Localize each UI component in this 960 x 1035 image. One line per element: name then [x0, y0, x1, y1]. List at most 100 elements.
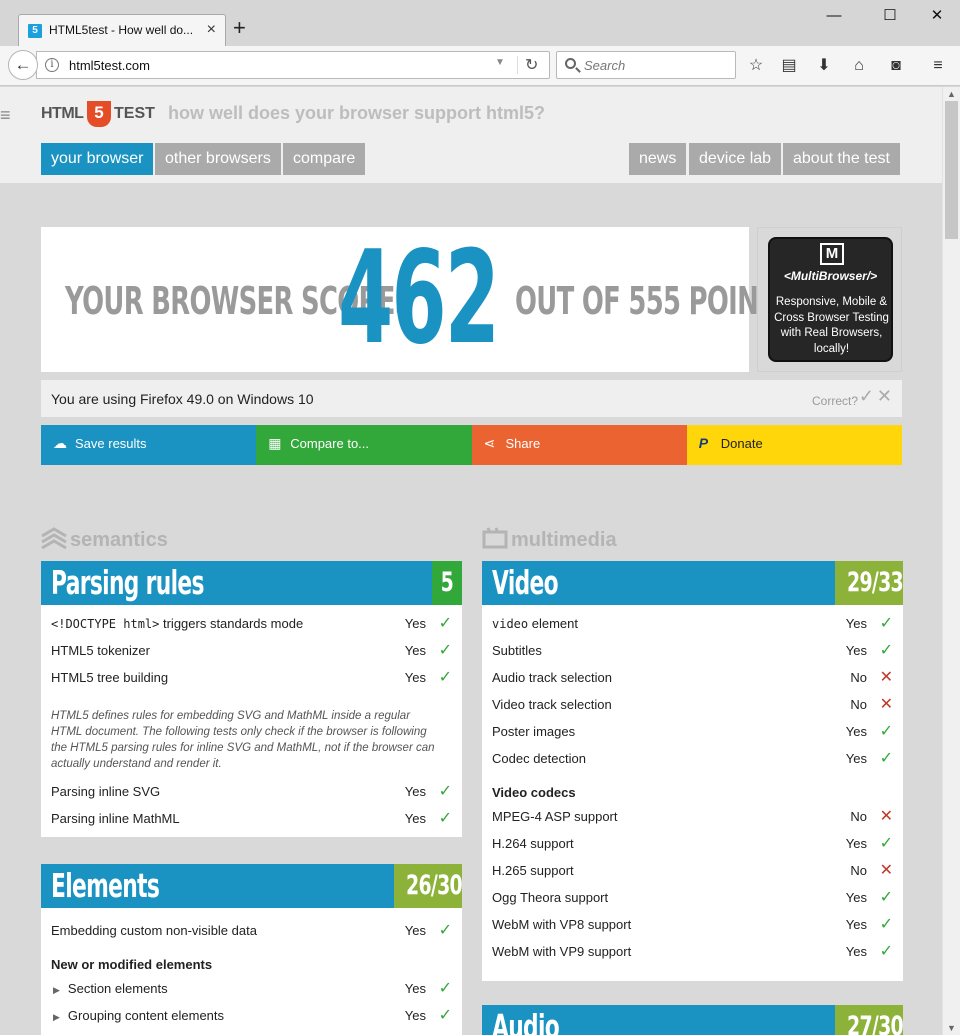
test-row[interactable]: MPEG-4 ASP support No ✕ [482, 802, 903, 829]
maximize-button[interactable]: ☐ [875, 5, 905, 29]
test-row[interactable]: HTML5 tokenizer Yes ✓ [41, 636, 462, 663]
test-row[interactable]: Codec detection Yes ✓ [482, 744, 903, 771]
test-row[interactable]: Parsing inline SVG Yes ✓ [41, 777, 462, 804]
test-result: Yes [404, 643, 426, 658]
test-row[interactable]: WebM with VP8 support Yes ✓ [482, 910, 903, 937]
test-row[interactable]: Poster images Yes ✓ [482, 717, 903, 744]
info-icon[interactable]: i [45, 58, 59, 72]
section-score: 26/30 [394, 864, 463, 908]
reading-list-icon[interactable]: ▤ [779, 56, 799, 76]
section-header[interactable]: Parsing rules 5 [41, 561, 462, 605]
scrollbar-thumb[interactable] [945, 101, 958, 239]
url-text[interactable]: html5test.com [69, 58, 150, 73]
test-row[interactable]: WebM with VP9 support Yes ✓ [482, 937, 903, 964]
test-row[interactable]: Ogg Theora support Yes ✓ [482, 883, 903, 910]
test-row[interactable]: Parsing inline MathML Yes ✓ [41, 804, 462, 837]
test-label: Video track selection [492, 697, 612, 712]
test-label: HTML5 tokenizer [51, 643, 150, 658]
test-row[interactable]: video element Yes ✓ [482, 609, 903, 636]
section-header[interactable]: Elements 26/30 [41, 864, 463, 908]
confirm-check-icon[interactable]: ✓ [859, 386, 874, 407]
site-header: ≡ HTML 5 TEST how well does your browser… [0, 87, 942, 183]
paypal-icon: P [698, 435, 709, 451]
share-label: Share [505, 436, 541, 451]
scroll-up-arrow-icon[interactable]: ▲ [947, 89, 956, 99]
section-audio: Audio 27/30 [482, 1005, 904, 1035]
test-row-expandable[interactable]: ▶ Grouping content elements Yes ✓ [41, 1001, 462, 1028]
test-result: Yes [845, 724, 867, 739]
multibrowser-ad[interactable]: M <MultiBrowser/> Responsive, Mobile & C… [768, 237, 893, 362]
downloads-icon[interactable]: ⬇ [814, 56, 834, 76]
reload-icon[interactable]: ↻ [525, 55, 538, 75]
test-label: H.265 support [492, 863, 574, 878]
cross-icon: ✕ [879, 808, 893, 825]
test-row[interactable]: H.265 support No ✕ [482, 856, 903, 883]
ad-brand: <MultiBrowser/> [783, 269, 878, 283]
test-label: Ogg Theora support [492, 890, 609, 905]
category-multimedia-label: multimedia [511, 529, 617, 551]
cloud-upload-icon: ☁ [53, 435, 67, 451]
tab-your-browser[interactable]: your browser [41, 143, 154, 175]
check-icon: ✓ [438, 642, 452, 659]
menu-icon[interactable]: ≡ [928, 56, 948, 76]
tab-about-the-test[interactable]: about the test [783, 143, 900, 175]
save-results-button[interactable]: ☁ Save results [41, 425, 257, 465]
test-row[interactable]: Audio track selection No ✕ [482, 663, 903, 690]
test-label: WebM with VP9 support [492, 944, 632, 959]
tab-compare[interactable]: compare [283, 143, 366, 175]
test-row-expandable[interactable]: ▶ Section elements Yes ✓ [41, 974, 462, 1001]
pocket-icon[interactable]: ◙ [886, 56, 906, 76]
tab-device-lab[interactable]: device lab [689, 143, 782, 175]
tab-title: HTML5test - How well do... [49, 23, 194, 37]
check-icon: ✓ [438, 980, 452, 997]
advertisement[interactable]: M <MultiBrowser/> Responsive, Mobile & C… [757, 227, 902, 372]
close-tab-icon[interactable]: × [207, 21, 216, 39]
test-row[interactable]: HTML5 tree building Yes ✓ [41, 663, 462, 690]
tab-other-browsers[interactable]: other browsers [155, 143, 281, 175]
check-icon: ✓ [879, 750, 893, 767]
close-window-button[interactable]: ✕ [922, 5, 952, 29]
back-button[interactable]: ← [8, 50, 38, 80]
browser-tab[interactable]: 5 HTML5test - How well do... × [18, 14, 226, 46]
multibrowser-logo-icon: M [820, 243, 844, 265]
section-note: HTML5 defines rules for embedding SVG an… [51, 710, 435, 770]
test-result: Yes [845, 836, 867, 851]
multimedia-film-icon [482, 527, 508, 549]
reject-x-icon[interactable]: ✕ [877, 386, 892, 407]
scroll-down-arrow-icon[interactable]: ▼ [947, 1023, 956, 1033]
share-button[interactable]: ⋖ Share [471, 425, 687, 465]
minimize-button[interactable]: — [819, 5, 849, 29]
url-dropdown-icon[interactable]: ▼ [495, 57, 505, 68]
page-scrollbar[interactable]: ▲ ▼ [942, 87, 960, 1035]
section-header[interactable]: Audio 27/30 [482, 1005, 904, 1035]
title-bar: 5 HTML5test - How well do... × + — ☐ ✕ [0, 0, 960, 46]
search-input[interactable]: Search [556, 51, 736, 79]
tab-news[interactable]: news [629, 143, 687, 175]
test-row[interactable]: Embedding custom non-visible data Yes ✓ [41, 916, 462, 943]
test-label: Parsing inline SVG [51, 784, 161, 799]
bookmark-star-icon[interactable]: ☆ [746, 56, 766, 76]
section-score: 5 [432, 561, 462, 605]
expand-triangle-icon[interactable]: ▶ [53, 985, 60, 995]
test-row[interactable]: H.264 support Yes ✓ [482, 829, 903, 856]
donate-button[interactable]: P Donate [686, 425, 902, 465]
compare-to-button[interactable]: ▦ Compare to... [256, 425, 472, 465]
test-label: video element [492, 616, 578, 631]
hamburger-icon[interactable]: ≡ [0, 105, 11, 126]
new-tab-button[interactable]: + [233, 17, 246, 39]
share-icon: ⋖ [483, 435, 496, 451]
home-icon[interactable]: ⌂ [849, 56, 869, 76]
test-row[interactable]: Subtitles Yes ✓ [482, 636, 903, 663]
test-label: ▶ Section elements [53, 981, 168, 996]
section-header[interactable]: Video 29/33 [482, 561, 904, 605]
test-result: No [850, 863, 867, 878]
section-elements: Elements 26/30 Embedding custom non-visi… [41, 864, 463, 1035]
test-result: Yes [404, 981, 426, 996]
test-label: Parsing inline MathML [51, 811, 180, 826]
test-row[interactable]: Video track selection No ✕ [482, 690, 903, 717]
cross-icon: ✕ [879, 669, 893, 686]
expand-triangle-icon[interactable]: ▶ [53, 1012, 60, 1022]
url-bar[interactable]: i html5test.com ▼ ↻ [36, 51, 550, 79]
test-row[interactable]: <!DOCTYPE html> triggers standards mode … [41, 609, 462, 636]
test-label: ▶ Grouping content elements [53, 1008, 225, 1023]
